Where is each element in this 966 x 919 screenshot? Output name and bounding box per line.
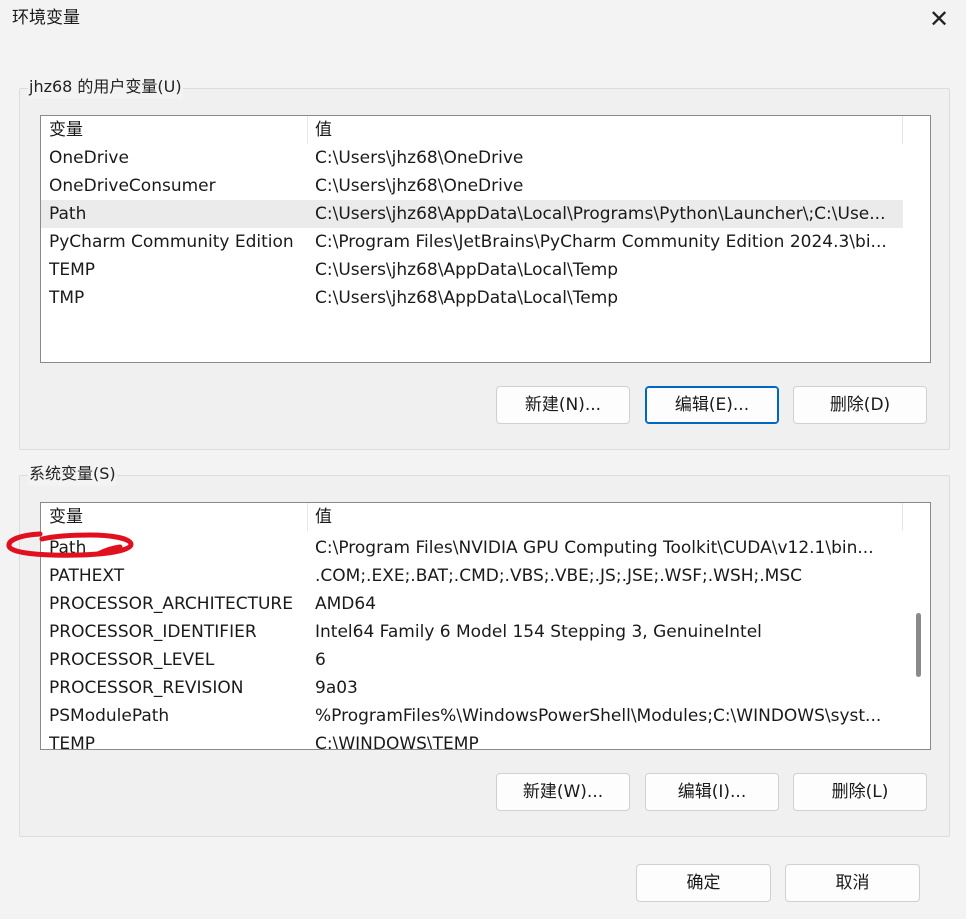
vertical-scrollbar[interactable] — [904, 503, 930, 749]
variable-value: C:\Users\jhz68\AppData\Local\Programs\Py… — [315, 204, 886, 224]
table-row[interactable]: OneDriveConsumer C:\Users\jhz68\OneDrive — [41, 172, 903, 200]
variable-value: C:\WINDOWS\TEMP — [315, 734, 479, 750]
new-user-variable-button[interactable]: 新建(N)... — [496, 386, 630, 424]
variable-name: PROCESSOR_REVISION — [49, 678, 244, 698]
table-row[interactable]: TEMP C:\WINDOWS\TEMP — [41, 730, 903, 750]
window-title: 环境变量 — [12, 8, 80, 28]
user-variables-group-title: jhz68 的用户变量(U) — [28, 75, 183, 99]
table-row[interactable]: PSModulePath %ProgramFiles%\WindowsPower… — [41, 702, 903, 730]
ok-button[interactable]: 确定 — [636, 864, 771, 902]
header-divider[interactable] — [307, 503, 308, 531]
table-row[interactable]: TMP C:\Users\jhz68\AppData\Local\Temp — [41, 284, 903, 312]
table-row[interactable]: TEMP C:\Users\jhz68\AppData\Local\Temp — [41, 256, 903, 284]
edit-system-variable-button[interactable]: 编辑(I)... — [645, 773, 779, 811]
header-variable[interactable]: 变量 — [49, 116, 307, 144]
header-variable[interactable]: 变量 — [49, 503, 307, 531]
variable-value: C:\Users\jhz68\AppData\Local\Temp — [315, 260, 619, 280]
header-divider[interactable] — [307, 116, 308, 144]
variable-name: PROCESSOR_ARCHITECTURE — [49, 594, 293, 614]
list-header: 变量 值 — [41, 116, 903, 144]
variable-name: Path — [49, 538, 87, 558]
list-header: 变量 值 — [41, 503, 903, 531]
table-row[interactable]: PROCESSOR_LEVEL 6 — [41, 646, 903, 674]
system-variables-group-title: 系统变量(S) — [28, 462, 117, 486]
variable-name: OneDrive — [49, 148, 129, 168]
variable-value: Intel64 Family 6 Model 154 Stepping 3, G… — [315, 622, 762, 642]
delete-user-variable-button[interactable]: 删除(D) — [793, 386, 927, 424]
table-row[interactable]: Path C:\Program Files\NVIDIA GPU Computi… — [41, 534, 903, 562]
scrollbar-thumb[interactable] — [916, 613, 921, 677]
variable-name: Path — [49, 204, 87, 224]
variable-name: PROCESSOR_IDENTIFIER — [49, 622, 257, 642]
table-row[interactable]: PROCESSOR_REVISION 9a03 — [41, 674, 903, 702]
variable-name: PROCESSOR_LEVEL — [49, 650, 215, 670]
table-row[interactable]: PATHEXT .COM;.EXE;.BAT;.CMD;.VBS;.VBE;.J… — [41, 562, 903, 590]
variable-value: 6 — [315, 650, 326, 670]
table-row[interactable]: PROCESSOR_IDENTIFIER Intel64 Family 6 Mo… — [41, 618, 903, 646]
edit-user-variable-button[interactable]: 编辑(E)... — [645, 386, 779, 424]
variable-name: PSModulePath — [49, 706, 170, 726]
header-value[interactable]: 值 — [315, 503, 895, 531]
table-row[interactable]: PROCESSOR_ARCHITECTURE AMD64 — [41, 590, 903, 618]
system-variables-list[interactable]: 变量 值 Path C:\Program Files\NVIDIA GPU Co… — [40, 502, 931, 750]
user-variables-group: jhz68 的用户变量(U) 变量 值 OneDrive C:\Users\jh… — [19, 75, 950, 450]
variable-name: PATHEXT — [49, 566, 125, 586]
header-divider — [902, 503, 903, 531]
table-row[interactable]: PyCharm Community Edition C:\Program Fil… — [41, 228, 903, 256]
title-bar: 环境变量 ✕ — [0, 0, 966, 38]
variable-name: TMP — [49, 288, 85, 308]
variable-name: TEMP — [49, 734, 96, 750]
variable-name: PyCharm Community Edition — [49, 232, 294, 252]
user-variables-list[interactable]: 变量 值 OneDrive C:\Users\jhz68\OneDrive On… — [40, 115, 931, 363]
header-divider — [902, 116, 903, 144]
system-variables-group: 系统变量(S) 变量 值 Path C:\Program Files\NVIDI… — [19, 462, 950, 837]
variable-value: C:\Users\jhz68\AppData\Local\Temp — [315, 288, 619, 308]
variable-name: OneDriveConsumer — [49, 176, 216, 196]
variable-value: C:\Program Files\JetBrains\PyCharm Commu… — [315, 232, 887, 252]
table-row-selected[interactable]: Path C:\Users\jhz68\AppData\Local\Progra… — [41, 200, 903, 228]
variable-value: %ProgramFiles%\WindowsPowerShell\Modules… — [315, 706, 882, 726]
variable-value: C:\Program Files\NVIDIA GPU Computing To… — [315, 538, 874, 558]
table-row[interactable]: OneDrive C:\Users\jhz68\OneDrive — [41, 144, 903, 172]
close-icon[interactable]: ✕ — [912, 0, 966, 38]
environment-variables-dialog: 环境变量 ✕ jhz68 的用户变量(U) 变量 值 OneDrive C:\U… — [0, 0, 966, 919]
variable-value: AMD64 — [315, 594, 377, 614]
variable-value: 9a03 — [315, 678, 358, 698]
delete-system-variable-button[interactable]: 删除(L) — [793, 773, 927, 811]
variable-value: C:\Users\jhz68\OneDrive — [315, 148, 524, 168]
variable-value: .COM;.EXE;.BAT;.CMD;.VBS;.VBE;.JS;.JSE;.… — [315, 566, 803, 586]
header-value[interactable]: 值 — [315, 116, 895, 144]
variable-value: C:\Users\jhz68\OneDrive — [315, 176, 524, 196]
cancel-button[interactable]: 取消 — [785, 864, 920, 902]
variable-name: TEMP — [49, 260, 96, 280]
new-system-variable-button[interactable]: 新建(W)... — [496, 773, 630, 811]
